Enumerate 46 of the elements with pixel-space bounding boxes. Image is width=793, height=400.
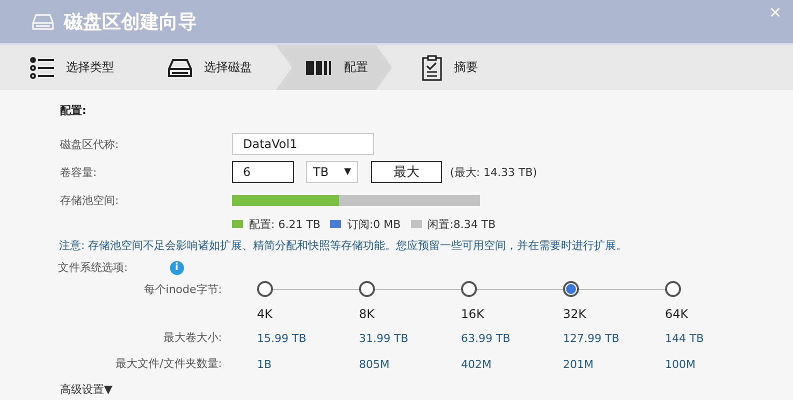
wizard-step[interactable]: 摘要 (392, 45, 502, 90)
radio-button[interactable] (359, 281, 375, 297)
warning-note: 注意: 存储池空间不足会影响诸如扩展、精简分配和快照等存储功能。您应预留一些可用空间，并在需要时进行扩展。 (59, 238, 628, 253)
field-label: 磁盘区代称: (60, 136, 120, 152)
field-label: 存储池空间: (60, 192, 120, 208)
table-cell-text: 15.99 TB (257, 332, 308, 344)
table-cell-text: 100M (665, 358, 696, 370)
option-label: 8K (359, 307, 376, 321)
section-title: 配置: (60, 103, 88, 118)
max-capacity-text: (最大: 14.33 TB) (450, 164, 538, 180)
radio-button[interactable] (461, 281, 477, 297)
wizard-step[interactable]: 选择类型 (0, 45, 138, 90)
table-cell-text: 127.99 TB (563, 332, 620, 344)
row-label: 最大文件/文件夹数量: (114, 356, 222, 372)
legend-label: 闲置:8.34 TB (428, 216, 496, 232)
table-cell-text: 805M (359, 358, 390, 370)
advanced-settings-toggle[interactable]: 高级设置▼ (60, 382, 112, 397)
table-cell-text: 31.99 TB (359, 332, 410, 344)
option-label: 16K (461, 307, 486, 321)
legend-label: 订阅:0 MB (347, 216, 401, 232)
option-label: 64K (665, 307, 690, 321)
row-label: 每个inode字节: (142, 282, 222, 298)
table-cell-text: 144 TB (665, 332, 705, 344)
max-button[interactable]: 最大 (371, 161, 442, 183)
radio-button[interactable] (257, 281, 273, 297)
table-cell-text: 201M (563, 358, 594, 370)
wizard-step[interactable]: 配置 (276, 45, 392, 90)
window-title: 磁盘区创建向导 (64, 10, 197, 34)
capacity-field[interactable]: 6 (232, 161, 294, 183)
list-icon (30, 56, 54, 78)
row-label: 最大卷大小: (162, 330, 222, 346)
field-label: 卷容量: (60, 164, 98, 180)
unit-dropdown[interactable]: TB ▼ (306, 161, 358, 183)
clipboard-icon (422, 54, 442, 80)
section-label: 文件系统选项: (58, 260, 128, 275)
table-cell-text: 63.99 TB (461, 332, 512, 344)
legend-label: 配置: 6.21 TB (249, 216, 320, 232)
bars-icon (306, 60, 332, 74)
table-cell-text: 402M (461, 358, 492, 370)
wizard-step[interactable]: 选择磁盘 (138, 45, 276, 90)
radio-button[interactable] (563, 281, 579, 297)
name-field[interactable]: DataVol1 (232, 133, 374, 155)
option-label: 4K (257, 307, 274, 321)
option-label: 32K (563, 307, 588, 321)
radio-button[interactable] (665, 281, 681, 297)
table-cell-text: 1B (257, 358, 273, 370)
